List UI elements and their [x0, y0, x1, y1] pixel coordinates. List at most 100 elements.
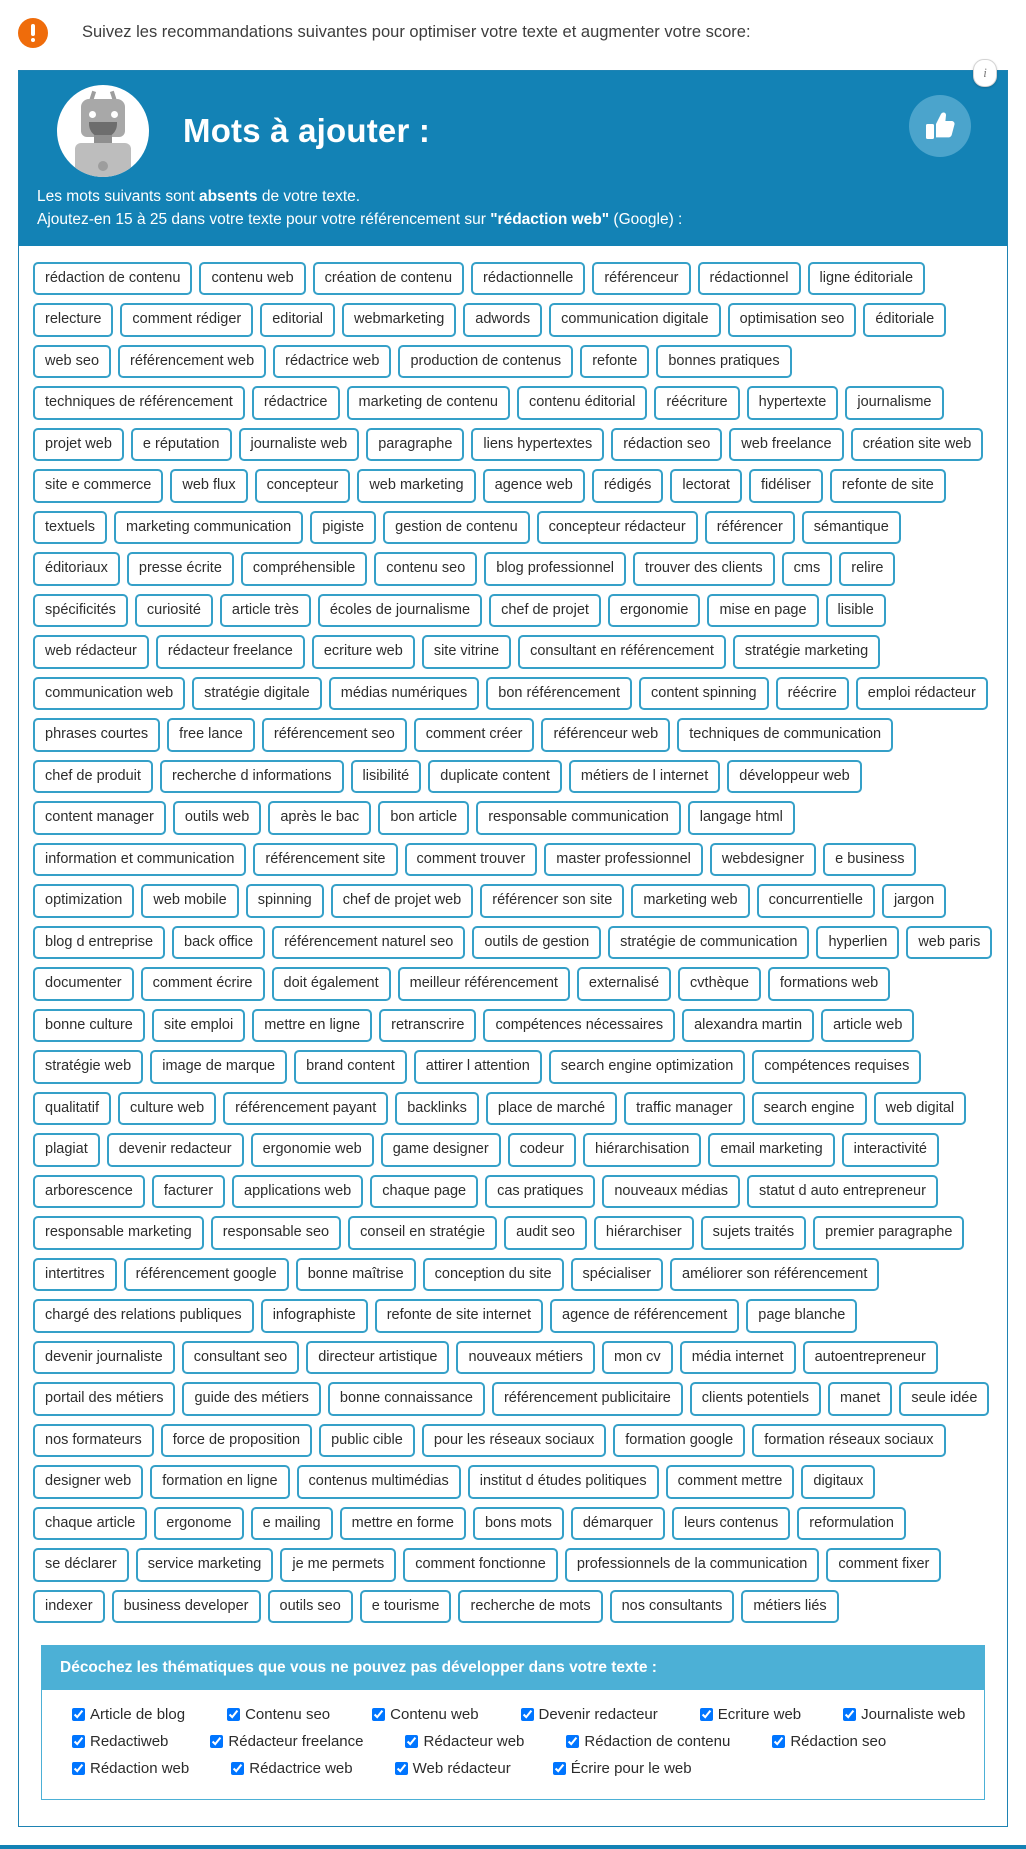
keyword-tag[interactable]: search engine optimization — [548, 1050, 746, 1084]
keyword-tag[interactable]: bonne maîtrise — [295, 1257, 416, 1291]
keyword-tag[interactable]: meilleur référencement — [397, 967, 570, 1001]
keyword-tag[interactable]: site emploi — [151, 1008, 246, 1042]
keyword-tag[interactable]: image de marque — [150, 1050, 288, 1084]
keyword-tag[interactable]: documenter — [33, 967, 134, 1001]
keyword-tag[interactable]: contenu éditorial — [516, 386, 648, 420]
keyword-tag[interactable]: comment trouver — [404, 842, 538, 876]
keyword-tag[interactable]: réécriture — [654, 386, 740, 420]
keyword-tag[interactable]: culture web — [118, 1091, 217, 1125]
keyword-tag[interactable]: audit seo — [504, 1216, 587, 1250]
keyword-tag[interactable]: nos consultants — [609, 1589, 735, 1623]
keyword-tag[interactable]: designer web — [33, 1465, 144, 1499]
keyword-tag[interactable]: e business — [823, 842, 917, 876]
keyword-tag[interactable]: concurrentielle — [756, 884, 875, 918]
keyword-tag[interactable]: indexer — [33, 1589, 105, 1623]
keyword-tag[interactable]: référencement site — [253, 842, 398, 876]
keyword-tag[interactable]: seule idée — [899, 1382, 990, 1416]
keyword-tag[interactable]: webdesigner — [709, 842, 817, 876]
keyword-tag[interactable]: concepteur rédacteur — [536, 510, 698, 544]
keyword-tag[interactable]: web rédacteur — [33, 635, 149, 669]
keyword-tag[interactable]: création site web — [850, 427, 984, 461]
keyword-tag[interactable]: référencement seo — [261, 718, 407, 752]
keyword-tag[interactable]: conseil en stratégie — [348, 1216, 498, 1250]
theme-checkbox-item[interactable]: Rédacteur web — [375, 1733, 536, 1750]
keyword-tag[interactable]: recherche d informations — [159, 759, 344, 793]
keyword-tag[interactable]: formation réseaux sociaux — [752, 1423, 946, 1457]
keyword-tag[interactable]: site vitrine — [421, 635, 512, 669]
keyword-tag[interactable]: améliorer son référencement — [670, 1257, 880, 1291]
keyword-tag[interactable]: réécrire — [775, 676, 849, 710]
keyword-tag[interactable]: techniques de référencement — [33, 386, 245, 420]
theme-checkbox-item[interactable]: Journaliste web — [813, 1706, 977, 1723]
keyword-tag[interactable]: article web — [821, 1008, 915, 1042]
keyword-tag[interactable]: web paris — [906, 925, 993, 959]
keyword-tag[interactable]: stratégie marketing — [732, 635, 881, 669]
keyword-tag[interactable]: bon article — [378, 801, 470, 835]
keyword-tag[interactable]: je me permets — [280, 1548, 397, 1582]
keyword-tag[interactable]: professionnels de la communication — [564, 1548, 820, 1582]
keyword-tag[interactable]: contenus multimédias — [296, 1465, 461, 1499]
theme-checkbox-item[interactable]: Ecriture web — [670, 1706, 813, 1723]
keyword-tag[interactable]: reformulation — [797, 1506, 906, 1540]
keyword-tag[interactable]: production de contenus — [398, 344, 574, 378]
theme-checkbox[interactable] — [552, 1762, 566, 1775]
keyword-tag[interactable]: traffic manager — [624, 1091, 745, 1125]
keyword-tag[interactable]: nouveaux métiers — [456, 1340, 595, 1374]
keyword-tag[interactable]: refonte de site — [829, 469, 946, 503]
keyword-tag[interactable]: guide des métiers — [182, 1382, 321, 1416]
keyword-tag[interactable]: directeur artistique — [306, 1340, 450, 1374]
keyword-tag[interactable]: presse écrite — [126, 552, 234, 586]
keyword-tag[interactable]: spécialiser — [570, 1257, 664, 1291]
keyword-tag[interactable]: langage html — [687, 801, 795, 835]
theme-checkbox[interactable] — [843, 1708, 857, 1721]
keyword-tag[interactable]: rédactionnel — [697, 261, 801, 295]
keyword-tag[interactable]: référencement payant — [223, 1091, 389, 1125]
keyword-tag[interactable]: formation en ligne — [150, 1465, 290, 1499]
keyword-tag[interactable]: applications web — [232, 1174, 364, 1208]
keyword-tag[interactable]: stratégie digitale — [192, 676, 322, 710]
keyword-tag[interactable]: compétences nécessaires — [483, 1008, 676, 1042]
keyword-tag[interactable]: webmarketing — [342, 303, 457, 337]
keyword-tag[interactable]: média internet — [679, 1340, 796, 1374]
keyword-tag[interactable]: web seo — [33, 344, 112, 378]
keyword-tag[interactable]: devenir redacteur — [106, 1133, 244, 1167]
keyword-tag[interactable]: mettre en ligne — [252, 1008, 373, 1042]
keyword-tag[interactable]: manet — [828, 1382, 893, 1416]
theme-checkbox-item[interactable]: Rédactrice web — [201, 1760, 364, 1777]
keyword-tag[interactable]: facturer — [151, 1174, 226, 1208]
keyword-tag[interactable]: marketing de contenu — [346, 386, 510, 420]
keyword-tag[interactable]: comment écrire — [140, 967, 265, 1001]
keyword-tag[interactable]: ergonomie web — [250, 1133, 374, 1167]
keyword-tag[interactable]: statut d auto entrepreneur — [747, 1174, 938, 1208]
keyword-tag[interactable]: chaque article — [33, 1506, 148, 1540]
keyword-tag[interactable]: e tourisme — [359, 1589, 452, 1623]
keyword-tag[interactable]: doit également — [271, 967, 391, 1001]
theme-checkbox[interactable] — [72, 1762, 85, 1775]
keyword-tag[interactable]: refonte de site internet — [374, 1299, 544, 1333]
theme-checkbox-item[interactable]: Contenu web — [342, 1706, 490, 1723]
keyword-tag[interactable]: premier paragraphe — [813, 1216, 965, 1250]
keyword-tag[interactable]: comment rédiger — [120, 303, 254, 337]
keyword-tag[interactable]: nouveaux médias — [602, 1174, 741, 1208]
keyword-tag[interactable]: relecture — [33, 303, 114, 337]
theme-checkbox[interactable] — [520, 1708, 534, 1721]
theme-checkbox[interactable] — [231, 1762, 245, 1775]
keyword-tag[interactable]: site e commerce — [33, 469, 164, 503]
keyword-tag[interactable]: article très — [219, 593, 311, 627]
theme-checkbox[interactable] — [699, 1708, 713, 1721]
keyword-tag[interactable]: comment fixer — [826, 1548, 942, 1582]
keyword-tag[interactable]: contenu web — [199, 261, 306, 295]
theme-checkbox[interactable] — [72, 1735, 85, 1748]
keyword-tag[interactable]: communication web — [33, 676, 186, 710]
keyword-tag[interactable]: métiers liés — [741, 1589, 839, 1623]
keyword-tag[interactable]: mon cv — [601, 1340, 673, 1374]
keyword-tag[interactable]: externalisé — [576, 967, 672, 1001]
theme-checkbox-item[interactable]: Web rédacteur — [365, 1760, 523, 1777]
theme-checkbox[interactable] — [210, 1735, 224, 1748]
keyword-tag[interactable]: chaque page — [370, 1174, 479, 1208]
keyword-tag[interactable]: autoentrepreneur — [802, 1340, 938, 1374]
keyword-tag[interactable]: démarquer — [570, 1506, 665, 1540]
keyword-tag[interactable]: web digital — [873, 1091, 967, 1125]
keyword-tag[interactable]: jargon — [881, 884, 947, 918]
keyword-tag[interactable]: ergonome — [154, 1506, 244, 1540]
